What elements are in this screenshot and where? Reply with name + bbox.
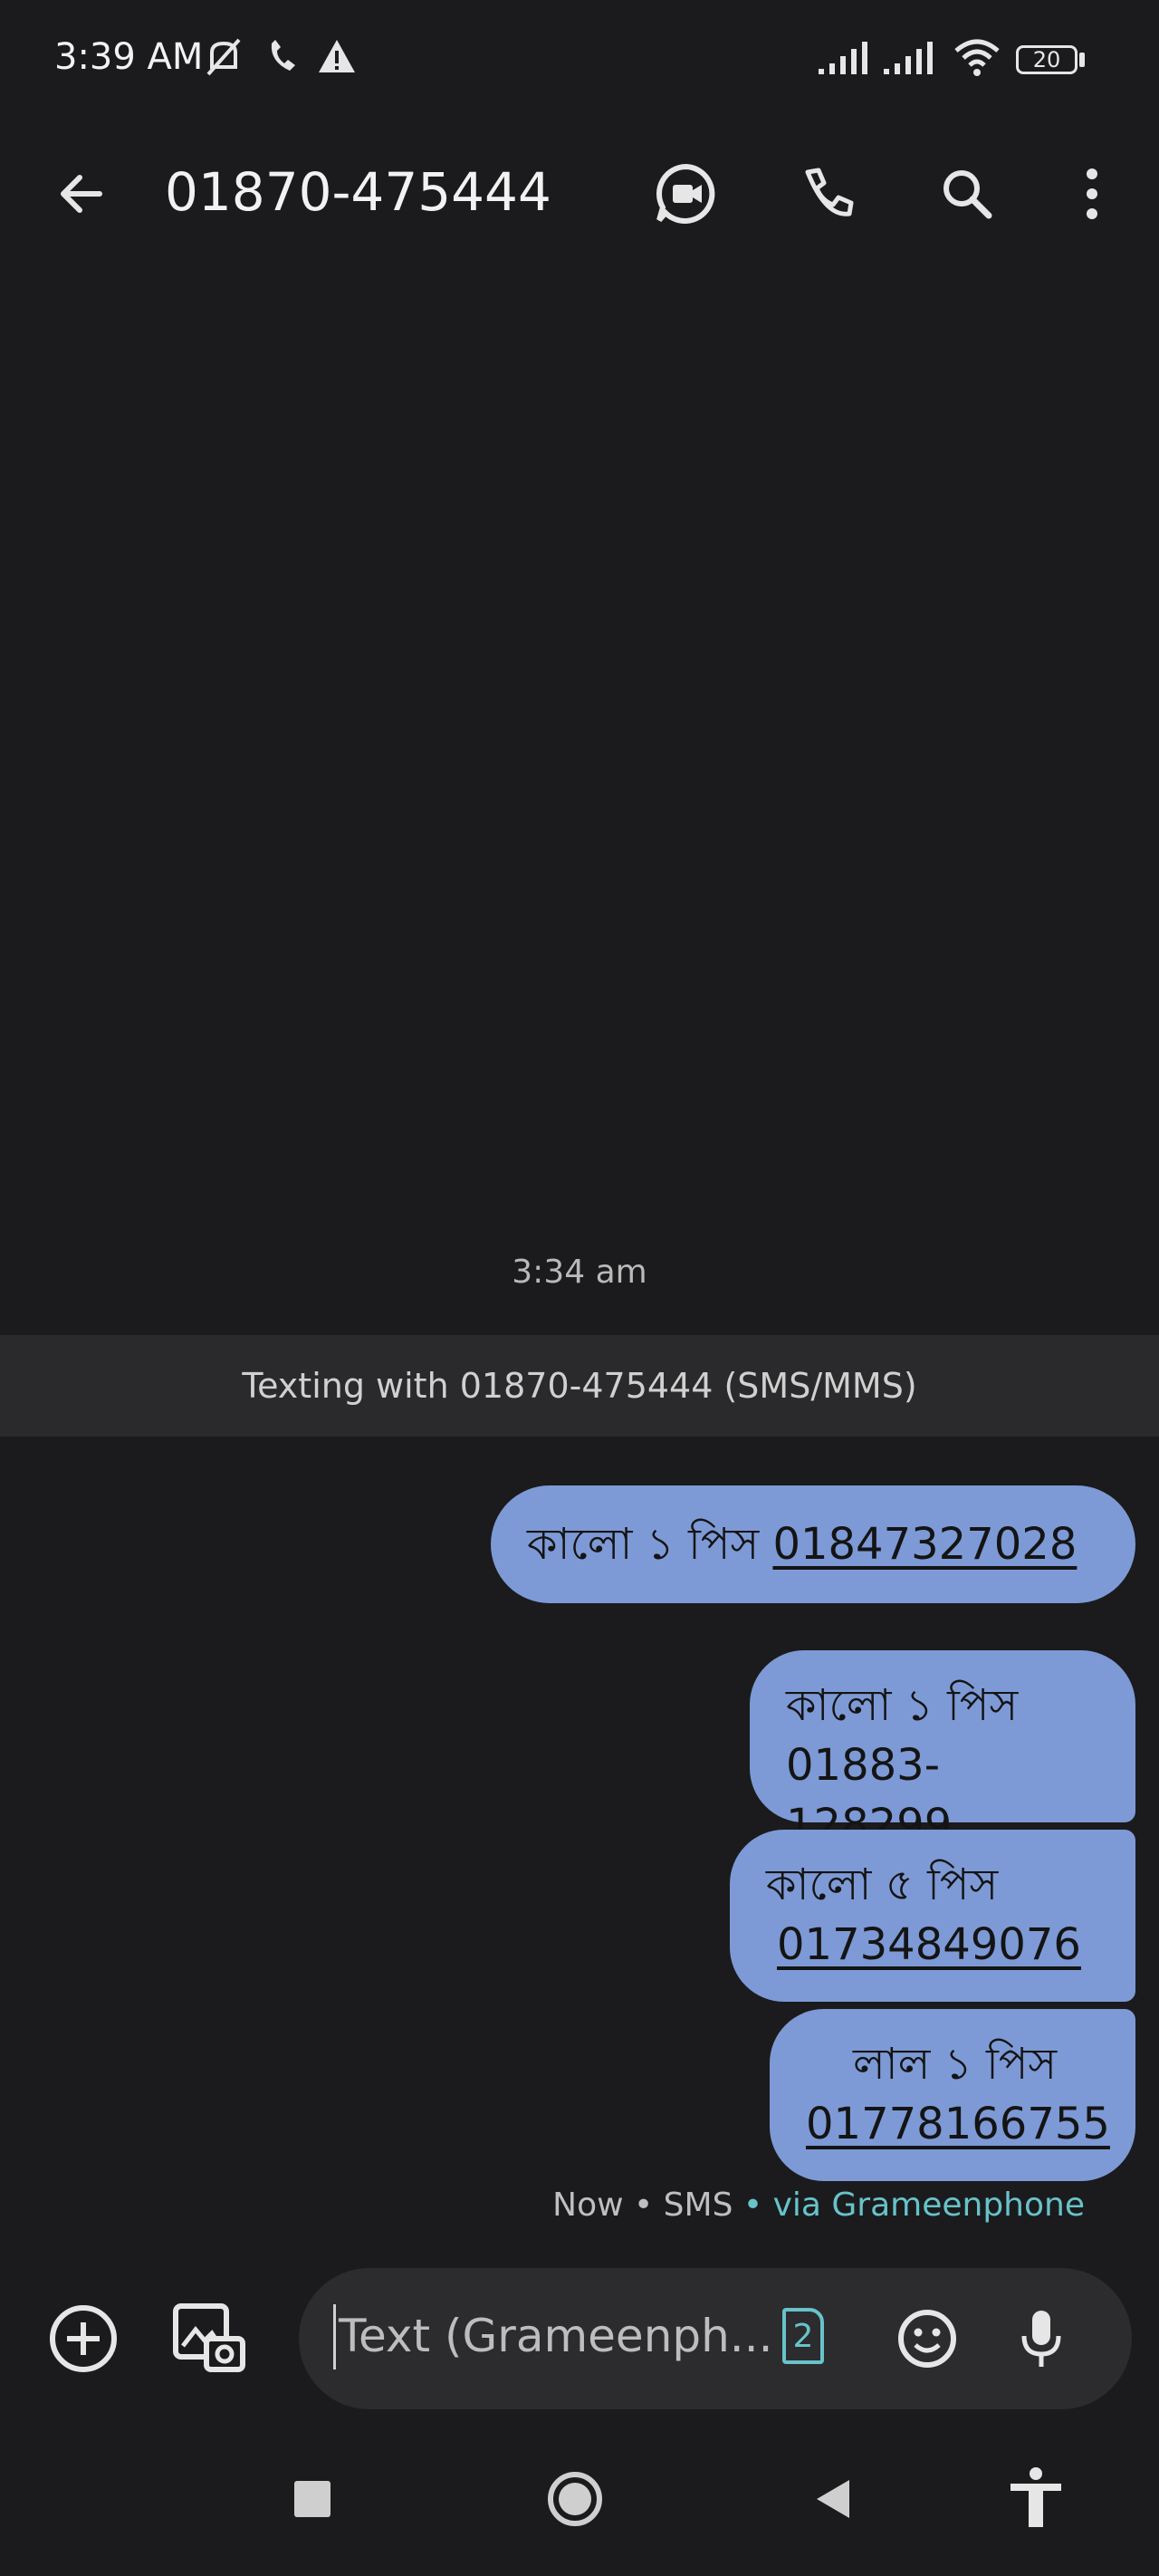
emoji-button[interactable] bbox=[884, 2295, 971, 2382]
message-bubble[interactable]: লাল ১ পিস 01778166755 bbox=[770, 2009, 1135, 2181]
signal-2-icon bbox=[884, 42, 933, 74]
phone-link[interactable]: 01847327028 bbox=[772, 1514, 1077, 1574]
texting-banner: Texting with 01870-475444 (SMS/MMS) bbox=[0, 1335, 1159, 1437]
message-status: Now • SMS • via Grameenphone bbox=[552, 2187, 1085, 2224]
message-bubble[interactable]: কালো ১ পিস 01883-128299 bbox=[750, 1650, 1135, 1850]
video-call-button[interactable] bbox=[643, 150, 730, 237]
message-bubble[interactable]: কালো ১ পিস 01847327028 bbox=[491, 1485, 1135, 1603]
back-nav-button[interactable] bbox=[802, 2467, 866, 2531]
message-text: লাল ১ পিস bbox=[853, 2039, 1058, 2090]
call-icon bbox=[271, 40, 295, 71]
wifi-icon bbox=[954, 39, 1000, 76]
phone-icon bbox=[805, 168, 854, 216]
phone-link[interactable]: 01778166755 bbox=[806, 2094, 1110, 2154]
gallery-camera-icon bbox=[173, 2303, 245, 2372]
voice-input-button[interactable] bbox=[998, 2295, 1085, 2382]
phone-button[interactable] bbox=[784, 150, 871, 237]
recents-button[interactable] bbox=[281, 2467, 344, 2531]
gallery-button[interactable] bbox=[165, 2295, 252, 2382]
signal-1-icon bbox=[819, 42, 867, 74]
status-time: Now bbox=[552, 2187, 624, 2224]
battery-icon: 20 bbox=[1016, 45, 1078, 74]
status-time: 3:39 AM bbox=[54, 36, 204, 78]
message-text: কালো ৫ পিস bbox=[766, 1860, 999, 1910]
mute-icon bbox=[206, 38, 241, 76]
sim-icon[interactable]: 2 bbox=[782, 2308, 824, 2364]
more-options-button[interactable] bbox=[1049, 150, 1135, 237]
contact-title: 01870-475444 bbox=[165, 161, 551, 223]
sim-number: 2 bbox=[792, 2317, 814, 2355]
text-cursor bbox=[333, 2304, 336, 2369]
search-button[interactable] bbox=[924, 150, 1011, 237]
emoji-icon bbox=[898, 2310, 956, 2368]
battery-level: 20 bbox=[1032, 47, 1061, 72]
home-button[interactable] bbox=[543, 2467, 607, 2531]
message-timestamp: 3:34 am bbox=[512, 1254, 647, 1291]
back-arrow-icon bbox=[61, 175, 102, 213]
message-composer[interactable]: Text (Grameenph... 2 bbox=[299, 2268, 1132, 2409]
message-text: কালো ১ পিস bbox=[527, 1519, 760, 1570]
add-attachment-button[interactable] bbox=[40, 2295, 127, 2382]
back-triangle-icon bbox=[817, 2480, 849, 2518]
phone-link[interactable]: 01734849076 bbox=[766, 1915, 1081, 1975]
battery-tip bbox=[1079, 53, 1085, 67]
status-type: SMS bbox=[663, 2187, 733, 2224]
status-bar: 3:39 AM 20 bbox=[0, 0, 1159, 127]
mic-icon bbox=[1021, 2311, 1061, 2367]
status-carrier: via Grameenphone bbox=[772, 2187, 1085, 2224]
app-bar: 01870-475444 bbox=[0, 127, 1159, 263]
texting-banner-text: Texting with 01870-475444 (SMS/MMS) bbox=[242, 1366, 917, 1406]
message-text: কালো ১ পিস bbox=[786, 1680, 1019, 1731]
accessibility-icon bbox=[1011, 2467, 1061, 2527]
warning-icon bbox=[319, 40, 355, 72]
video-call-icon bbox=[656, 163, 715, 224]
add-icon bbox=[50, 2305, 117, 2372]
message-input[interactable]: Text (Grameenph... bbox=[339, 2310, 773, 2362]
search-icon bbox=[943, 170, 992, 219]
back-button[interactable] bbox=[38, 150, 125, 237]
accessibility-button[interactable] bbox=[1001, 2464, 1070, 2533]
message-bubble[interactable]: কালো ৫ পিস 01734849076 bbox=[730, 1830, 1135, 2002]
recents-square-icon bbox=[294, 2481, 330, 2517]
home-circle-icon bbox=[548, 2472, 602, 2526]
more-vert-icon bbox=[1087, 168, 1097, 219]
